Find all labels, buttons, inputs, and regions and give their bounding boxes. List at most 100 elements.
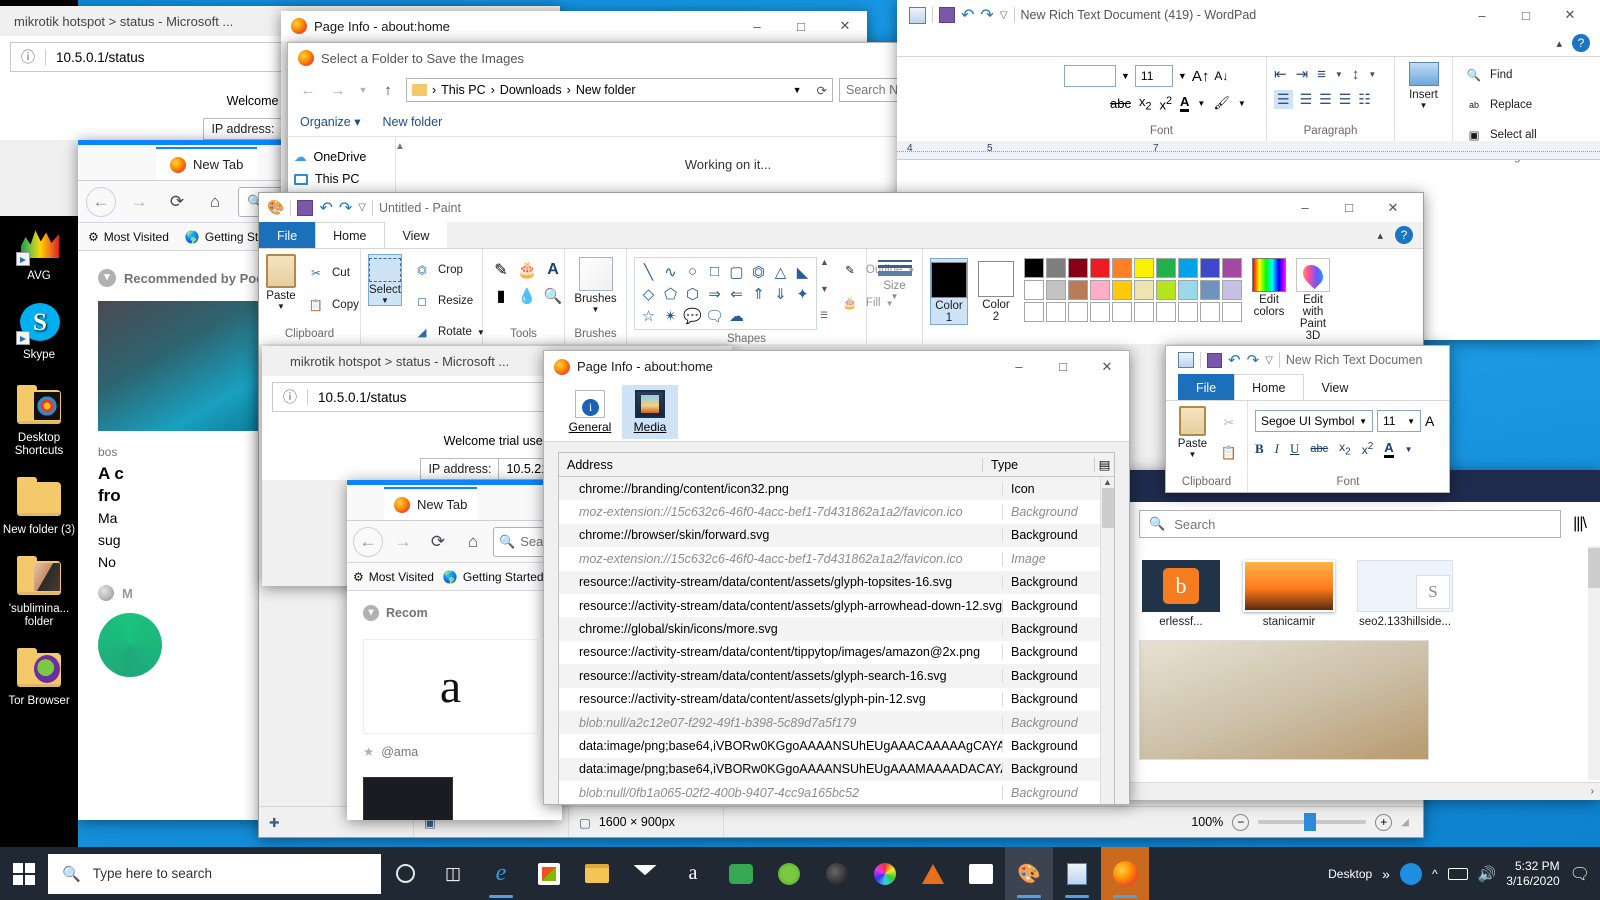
quick-access-toolbar[interactable]: 🎨 ↶ ↷ ▽ Untitled - Paint – □ ✕ <box>259 193 1423 222</box>
resize-button[interactable]: ◻ Resize <box>408 288 488 314</box>
bookmark-getting-started[interactable]: 🌎 Getting Started <box>443 570 544 584</box>
file-grid[interactable]: b erlessf... stanicamir S seo2.133hillsi… <box>1125 546 1600 628</box>
paste-button[interactable]: Paste ▼ <box>1173 406 1212 459</box>
shrink-font-icon[interactable]: A↓ <box>1214 69 1228 83</box>
shape-four-point-star[interactable]: ✦ <box>792 283 813 304</box>
customize-qat-icon[interactable]: ▽ <box>1000 10 1008 21</box>
scrollbar-vertical[interactable]: ▲ <box>1100 477 1114 804</box>
font-size-value[interactable]: 11 <box>1383 414 1395 428</box>
rotate-button[interactable]: ◢ Rotate ▼ <box>408 319 488 345</box>
color-swatch[interactable] <box>1200 258 1220 278</box>
battery-icon[interactable] <box>1447 867 1468 880</box>
insert-button[interactable]: Insert ▼ <box>1402 62 1445 110</box>
shape-oval-callout[interactable]: 🗨 <box>704 305 725 326</box>
color-swatch-empty[interactable] <box>1156 302 1176 322</box>
chevron-down-icon[interactable]: ▼ <box>1368 70 1376 79</box>
tab-view[interactable]: View <box>1304 374 1367 400</box>
cortana-icon[interactable] <box>381 847 429 900</box>
pencil-icon[interactable]: ✎ <box>490 259 512 281</box>
subscript-icon[interactable]: x2 <box>1139 94 1152 113</box>
ruler[interactable]: 4 5 7 <box>897 141 1600 160</box>
avg-tray-icon[interactable] <box>1399 862 1422 885</box>
firefox-icon[interactable] <box>1101 847 1149 900</box>
wordpad-icon[interactable] <box>1053 847 1101 900</box>
color-swatch[interactable] <box>1024 280 1044 300</box>
color-swatch[interactable] <box>1090 258 1110 278</box>
strikethrough-icon[interactable]: abc <box>1110 96 1131 111</box>
chevron-down-icon[interactable]: ▼ <box>1407 417 1415 426</box>
chevron-down-icon[interactable]: ▼ <box>1420 101 1428 110</box>
shape-right-triangle[interactable]: ◣ <box>792 261 813 282</box>
paste-button[interactable]: Paste ▼ <box>266 254 296 311</box>
color-swatch-empty[interactable] <box>1134 302 1154 322</box>
desktop-icon-new-folder-3[interactable]: New folder (3) <box>0 476 78 537</box>
shape-rectangle[interactable]: □ <box>704 261 725 282</box>
page-info-window-front[interactable]: Page Info - about:home – □ ✕ i General M… <box>543 350 1130 805</box>
text-color-icon[interactable]: A <box>1180 94 1190 113</box>
breadcrumb-downloads[interactable]: Downloads <box>500 83 562 97</box>
bullets-icon[interactable]: ≡ <box>1317 66 1326 83</box>
horizontal-scrollbar[interactable]: › <box>1125 782 1600 800</box>
undo-icon[interactable]: ↶ <box>319 198 332 218</box>
store-icon[interactable] <box>525 847 573 900</box>
ribbon-tabs[interactable]: File Home View <box>259 222 448 248</box>
text-color-button[interactable]: A <box>1384 440 1394 458</box>
minimize-button[interactable]: – <box>735 11 779 41</box>
color-swatch[interactable] <box>1112 280 1132 300</box>
chevron-down-icon[interactable]: ▼ <box>1121 71 1130 81</box>
zoom-slider[interactable] <box>1258 813 1367 831</box>
chevron-down-icon[interactable]: ▼ <box>1335 70 1343 79</box>
shape-polygon[interactable]: ⏣ <box>748 261 769 282</box>
navigation-toolbar[interactable]: ← → ⟳ ⌂ 🔍 Sea <box>347 521 562 563</box>
color-swatch[interactable] <box>1068 280 1088 300</box>
mail-icon[interactable] <box>621 847 669 900</box>
column-type[interactable]: Type <box>982 457 1094 472</box>
close-button[interactable]: ✕ <box>1548 0 1592 30</box>
color-swatch-empty[interactable] <box>1222 302 1242 322</box>
select-button[interactable]: Select ▼ <box>368 254 402 306</box>
table-row[interactable]: resource://activity-stream/data/content/… <box>559 593 1114 618</box>
zoom-out-button[interactable]: − <box>1232 813 1250 831</box>
color-swatch-empty[interactable] <box>1200 302 1220 322</box>
color-picker-icon[interactable]: 💧 <box>516 285 538 307</box>
maximize-button[interactable]: □ <box>1504 0 1548 30</box>
save-icon[interactable] <box>939 7 955 23</box>
copy-button[interactable]: 📋 Copy <box>302 292 362 318</box>
tab-general[interactable]: i General <box>562 385 618 439</box>
table-row[interactable]: resource://activity-stream/data/content/… <box>559 640 1114 665</box>
edit-colors-button[interactable]: Edit colors <box>1252 258 1286 318</box>
chevron-down-icon[interactable]: ▼ <box>793 85 802 95</box>
color-swatch[interactable] <box>1046 280 1066 300</box>
color-swatch[interactable] <box>1024 258 1044 278</box>
ribbon[interactable]: ▼ 11 ▼ A↑ A↓ abc x2 x2 A ▼ 🖌 ▼ Font ⇤ ⇥ … <box>897 56 1600 163</box>
redo-icon[interactable]: ↷ <box>1247 351 1260 369</box>
table-row[interactable]: resource://activity-stream/data/content/… <box>559 570 1114 594</box>
chevron-down-icon[interactable]: ▼ <box>1238 99 1246 108</box>
chevron-down-icon[interactable]: ▼ <box>277 302 285 311</box>
help-icon[interactable]: ? <box>1572 34 1590 52</box>
shape-pentagon[interactable]: ⬠ <box>660 283 681 304</box>
tab-home[interactable]: Home <box>1234 374 1304 400</box>
tor-icon[interactable] <box>765 847 813 900</box>
wordpad-icon[interactable] <box>909 6 926 24</box>
tab-file[interactable]: File <box>1178 374 1235 400</box>
magnifier-icon[interactable]: 🔍 <box>542 285 564 307</box>
volume-icon[interactable]: 🔊 <box>1478 865 1497 883</box>
shape-rounded-callout[interactable]: 💬 <box>682 305 703 326</box>
shape-rounded-rectangle[interactable]: ▢ <box>726 261 747 282</box>
thumbnail-tile[interactable] <box>363 777 453 820</box>
shape-six-point-star[interactable]: ✴ <box>660 305 681 326</box>
shape-right-arrow[interactable]: ⇒ <box>704 283 725 304</box>
grow-font-icon[interactable]: A <box>1425 413 1434 429</box>
align-left-icon[interactable]: ☰ <box>1274 90 1293 109</box>
crop-button[interactable]: ⏣ Crop <box>408 257 488 283</box>
page-info-tabs[interactable]: i General Media <box>544 382 1129 442</box>
color-palette[interactable] <box>1024 258 1242 322</box>
color-1-button[interactable]: Color 1 <box>930 258 968 325</box>
maximize-button[interactable]: □ <box>779 11 823 41</box>
decrease-indent-icon[interactable]: ⇤ <box>1274 65 1287 83</box>
line-spacing-icon[interactable]: ↕ <box>1352 66 1360 83</box>
desktop-icon-skype[interactable]: S Skype <box>0 301 78 362</box>
desktop-icon-avg[interactable]: AVG <box>0 222 78 283</box>
article-title-line1[interactable]: A c <box>98 463 266 485</box>
